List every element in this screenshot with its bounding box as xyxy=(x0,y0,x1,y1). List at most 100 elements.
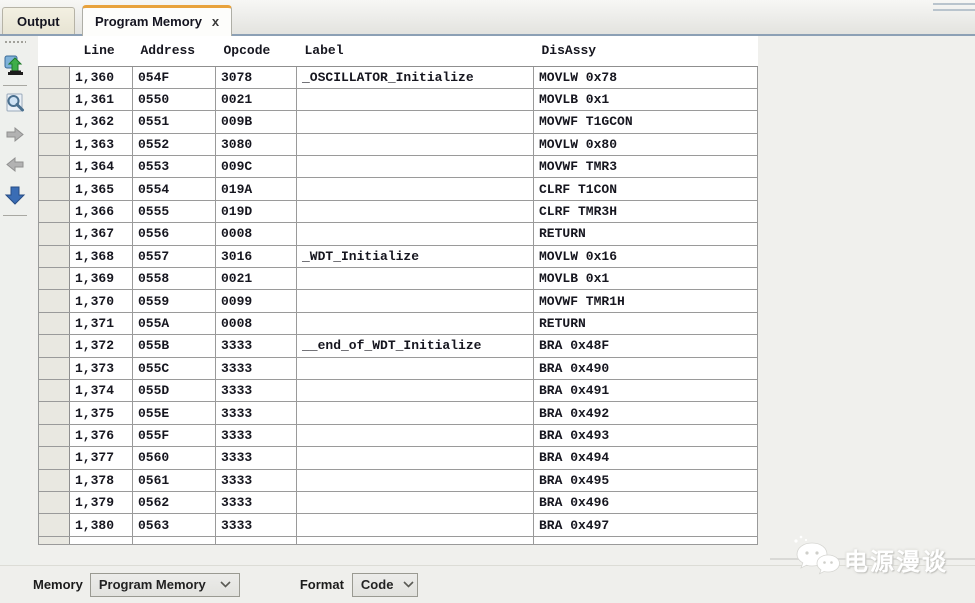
table-row[interactable]: 1,370 0559 0099 MOVWF TMR1H xyxy=(39,290,758,312)
table-row[interactable]: 1,363 0552 3080 MOVLW 0x80 xyxy=(39,133,758,155)
address-cell[interactable]: 0552 xyxy=(133,133,216,155)
label-cell[interactable] xyxy=(297,536,534,544)
disassy-cell[interactable]: MOVLW 0x80 xyxy=(534,133,758,155)
address-cell[interactable] xyxy=(133,536,216,544)
line-cell[interactable]: 1,361 xyxy=(70,88,133,110)
line-cell[interactable]: 1,370 xyxy=(70,290,133,312)
label-cell[interactable] xyxy=(297,178,534,200)
tab-output[interactable]: Output xyxy=(2,7,75,34)
opcode-cell[interactable]: 3078 xyxy=(216,66,297,88)
row-gutter-cell[interactable] xyxy=(39,290,70,312)
opcode-cell[interactable]: 3333 xyxy=(216,447,297,469)
table-row[interactable]: 1,376 055F 3333 BRA 0x493 xyxy=(39,424,758,446)
read-device-memory-icon[interactable] xyxy=(3,54,27,78)
disassy-cell[interactable]: MOVWF TMR3 xyxy=(534,156,758,178)
line-cell[interactable]: 1,360 xyxy=(70,66,133,88)
line-cell[interactable]: 1,374 xyxy=(70,379,133,401)
line-cell[interactable]: 1,366 xyxy=(70,200,133,222)
opcode-cell[interactable]: 0008 xyxy=(216,312,297,334)
label-cell[interactable]: _OSCILLATOR_Initialize xyxy=(297,66,534,88)
table-row[interactable]: 1,367 0556 0008 RETURN xyxy=(39,223,758,245)
address-cell[interactable]: 0561 xyxy=(133,469,216,491)
label-cell[interactable] xyxy=(297,312,534,334)
label-cell[interactable] xyxy=(297,402,534,424)
address-cell[interactable]: 055D xyxy=(133,379,216,401)
opcode-cell[interactable]: 019A xyxy=(216,178,297,200)
find-icon[interactable] xyxy=(3,91,27,115)
disassy-cell[interactable]: BRA 0x490 xyxy=(534,357,758,379)
label-cell[interactable]: _WDT_Initialize xyxy=(297,245,534,267)
row-gutter-cell[interactable] xyxy=(39,133,70,155)
address-cell[interactable]: 0555 xyxy=(133,200,216,222)
row-gutter-cell[interactable] xyxy=(39,111,70,133)
line-cell[interactable]: 1,378 xyxy=(70,469,133,491)
row-gutter-cell[interactable] xyxy=(39,491,70,513)
line-cell[interactable]: 1,367 xyxy=(70,223,133,245)
opcode-cell[interactable]: 0008 xyxy=(216,223,297,245)
table-row[interactable]: 1,379 0562 3333 BRA 0x496 xyxy=(39,491,758,513)
address-cell[interactable]: 0554 xyxy=(133,178,216,200)
opcode-cell[interactable]: 0021 xyxy=(216,268,297,290)
disassy-cell[interactable]: RETURN xyxy=(534,223,758,245)
disassy-cell[interactable]: BRA 0x495 xyxy=(534,469,758,491)
table-row-partial[interactable] xyxy=(39,536,758,544)
row-gutter-cell[interactable] xyxy=(39,514,70,536)
row-gutter-cell[interactable] xyxy=(39,469,70,491)
table-row[interactable]: 1,373 055C 3333 BRA 0x490 xyxy=(39,357,758,379)
disassy-cell[interactable]: MOVWF T1GCON xyxy=(534,111,758,133)
opcode-cell[interactable]: 3333 xyxy=(216,357,297,379)
address-cell[interactable]: 0553 xyxy=(133,156,216,178)
row-gutter-cell[interactable] xyxy=(39,424,70,446)
label-cell[interactable] xyxy=(297,200,534,222)
line-cell[interactable]: 1,371 xyxy=(70,312,133,334)
disassy-cell[interactable]: CLRF TMR3H xyxy=(534,200,758,222)
label-cell[interactable] xyxy=(297,514,534,536)
table-row[interactable]: 1,361 0550 0021 MOVLB 0x1 xyxy=(39,88,758,110)
table-row[interactable]: 1,366 0555 019D CLRF TMR3H xyxy=(39,200,758,222)
table-row[interactable]: 1,372 055B 3333 __end_of_WDT_Initialize … xyxy=(39,335,758,357)
disassy-cell[interactable]: RETURN xyxy=(534,312,758,334)
label-cell[interactable] xyxy=(297,223,534,245)
tab-program-memory[interactable]: Program Memory x xyxy=(82,5,232,36)
table-row[interactable]: 1,368 0557 3016 _WDT_Initialize MOVLW 0x… xyxy=(39,245,758,267)
line-cell[interactable]: 1,365 xyxy=(70,178,133,200)
close-icon[interactable]: x xyxy=(212,15,219,28)
go-to-bottom-icon[interactable] xyxy=(3,183,27,207)
address-cell[interactable]: 055B xyxy=(133,335,216,357)
disassy-cell[interactable]: BRA 0x497 xyxy=(534,514,758,536)
opcode-cell[interactable]: 009C xyxy=(216,156,297,178)
opcode-cell[interactable]: 0021 xyxy=(216,88,297,110)
label-cell[interactable] xyxy=(297,156,534,178)
toolbar-grip-handle[interactable] xyxy=(4,39,26,43)
table-row[interactable]: 1,374 055D 3333 BRA 0x491 xyxy=(39,379,758,401)
label-cell[interactable] xyxy=(297,424,534,446)
row-gutter-cell[interactable] xyxy=(39,268,70,290)
line-cell[interactable]: 1,369 xyxy=(70,268,133,290)
table-row[interactable]: 1,377 0560 3333 BRA 0x494 xyxy=(39,447,758,469)
disassy-cell[interactable]: BRA 0x494 xyxy=(534,447,758,469)
row-gutter-cell[interactable] xyxy=(39,88,70,110)
label-cell[interactable] xyxy=(297,111,534,133)
line-cell[interactable]: 1,364 xyxy=(70,156,133,178)
row-gutter-cell[interactable] xyxy=(39,536,70,544)
line-cell[interactable]: 1,363 xyxy=(70,133,133,155)
address-cell[interactable]: 0556 xyxy=(133,223,216,245)
line-cell[interactable]: 1,376 xyxy=(70,424,133,446)
label-cell[interactable] xyxy=(297,491,534,513)
disassy-cell[interactable]: MOVLB 0x1 xyxy=(534,268,758,290)
disassy-cell[interactable]: BRA 0x493 xyxy=(534,424,758,446)
disassy-cell[interactable]: BRA 0x48F xyxy=(534,335,758,357)
opcode-cell[interactable] xyxy=(216,536,297,544)
opcode-cell[interactable]: 3333 xyxy=(216,514,297,536)
memory-select[interactable]: Program Memory xyxy=(90,573,240,597)
step-forward-icon[interactable] xyxy=(3,123,27,147)
disassy-cell[interactable]: MOVLW 0x78 xyxy=(534,66,758,88)
opcode-cell[interactable]: 009B xyxy=(216,111,297,133)
table-row[interactable]: 1,360 054F 3078 _OSCILLATOR_Initialize M… xyxy=(39,66,758,88)
label-cell[interactable] xyxy=(297,379,534,401)
row-gutter-cell[interactable] xyxy=(39,447,70,469)
line-cell[interactable]: 1,368 xyxy=(70,245,133,267)
label-cell[interactable] xyxy=(297,133,534,155)
table-row[interactable]: 1,362 0551 009B MOVWF T1GCON xyxy=(39,111,758,133)
row-gutter-cell[interactable] xyxy=(39,66,70,88)
